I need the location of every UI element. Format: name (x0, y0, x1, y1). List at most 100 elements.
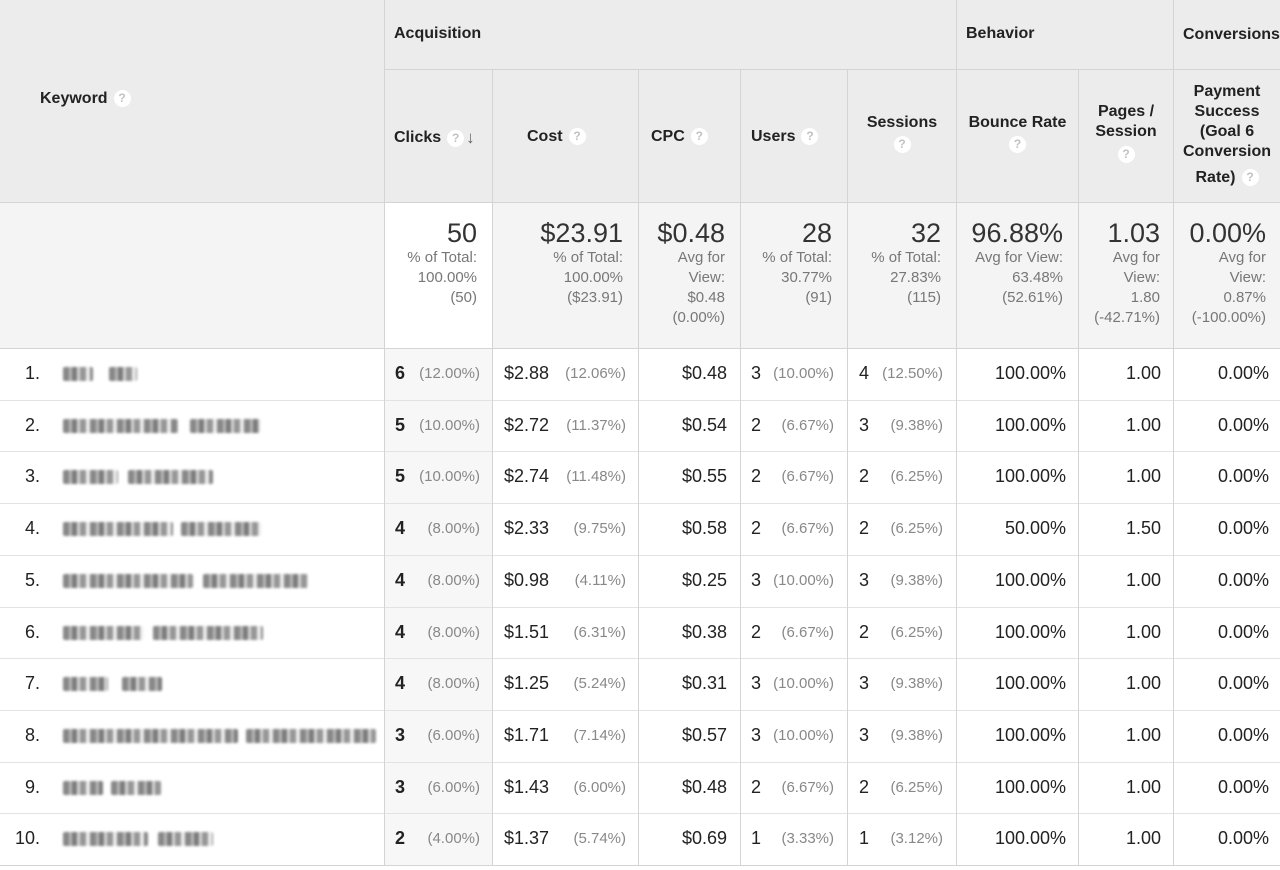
keyword-redacted[interactable] (63, 626, 143, 640)
keyword-redacted[interactable] (109, 367, 137, 381)
keyword-redacted[interactable] (63, 574, 193, 588)
users-value: 3 (751, 363, 762, 383)
total-pages-delta: (-42.71%) (1094, 309, 1160, 326)
table-row[interactable]: 8. 3 (6.00%) $1.71 (7.14%) $0.57 3 (10.0… (0, 710, 1280, 762)
help-icon[interactable]: ? (447, 129, 465, 147)
sort-descending-icon[interactable]: ↓ (466, 128, 475, 148)
cost-pct: (11.37%) (566, 417, 626, 434)
total-payment-success: 0.00% Avg for View: 0.87% (-100.00%) (1174, 218, 1266, 328)
column-header-cpc[interactable]: CPC? (651, 128, 708, 146)
cost-pct: (6.31%) (573, 624, 626, 641)
column-header-users[interactable]: Users? (751, 128, 819, 146)
table-row[interactable]: 3. 5 (10.00%) $2.74 (11.48%) $0.55 2 (6.… (0, 451, 1280, 503)
keyword-redacted[interactable] (153, 626, 263, 640)
keyword-header[interactable]: Keyword? (40, 90, 131, 108)
group-acquisition: Acquisition (394, 25, 482, 42)
help-icon[interactable]: ? (1117, 146, 1135, 163)
keyword-redacted[interactable] (63, 522, 173, 536)
total-clicks-value: 50 (446, 218, 477, 248)
cost-pct: (5.74%) (573, 830, 626, 847)
pages-value: 1.00 (1125, 673, 1161, 693)
column-header-bounce-rate[interactable]: Bounce Rate ? (957, 112, 1078, 156)
divider (384, 0, 385, 866)
table-row[interactable]: 5. 4 (8.00%) $0.98 (4.11%) $0.25 3 (10.0… (0, 555, 1280, 607)
table-row[interactable]: 9. 3 (6.00%) $1.43 (6.00%) $0.48 2 (6.67… (0, 762, 1280, 814)
help-icon[interactable]: ? (1241, 169, 1259, 187)
table-row[interactable]: 7. 4 (8.00%) $1.25 (5.24%) $0.31 3 (10.0… (0, 658, 1280, 710)
row-divider (0, 813, 1280, 814)
help-icon[interactable]: ? (568, 128, 586, 146)
table-row[interactable]: 1. 6 (12.00%) $2.88 (12.06%) $0.48 3 (10… (0, 348, 1280, 400)
clicks-pct: (10.00%) (419, 468, 480, 485)
keyword-redacted[interactable] (203, 574, 308, 588)
pages-value: 1.00 (1125, 415, 1161, 435)
sessions-value: 2 (859, 777, 870, 797)
cost-value: $2.72 (504, 415, 550, 435)
keyword-redacted[interactable] (63, 470, 118, 484)
total-bounce-rate: 96.88% Avg for View: 63.48% (52.61%) (957, 218, 1063, 308)
bounce-value: 100.00% (994, 777, 1066, 797)
help-icon[interactable]: ? (1009, 136, 1026, 154)
users-value: 2 (751, 518, 762, 538)
users-pct: (6.67%) (781, 468, 834, 485)
pages-value: 1.00 (1125, 466, 1161, 486)
total-sessions-value: 32 (910, 218, 941, 248)
users-pct: (6.67%) (781, 520, 834, 537)
cost-pct: (7.14%) (573, 727, 626, 744)
column-header-pages-session[interactable]: Pages / Session ? (1079, 102, 1173, 163)
sessions-pct: (6.25%) (890, 624, 943, 641)
table-row[interactable]: 10. 2 (4.00%) $1.37 (5.74%) $0.69 1 (3.3… (0, 813, 1280, 865)
table-row[interactable]: 6. 4 (8.00%) $1.51 (6.31%) $0.38 2 (6.67… (0, 607, 1280, 659)
sessions-pct: (9.38%) (890, 727, 943, 744)
cpc-value: $0.25 (681, 570, 727, 590)
total-clicks-pct: 100.00% (417, 269, 477, 286)
users-value: 2 (751, 415, 762, 435)
keyword-redacted[interactable] (63, 419, 178, 433)
payment-value: 0.00% (1217, 725, 1269, 745)
row-index: 2. (24, 415, 40, 435)
keyword-redacted[interactable] (63, 832, 148, 846)
bounce-value: 100.00% (994, 673, 1066, 693)
divider (0, 202, 1280, 203)
help-icon[interactable]: ? (893, 136, 911, 154)
help-icon[interactable]: ? (113, 90, 131, 108)
keyword-redacted[interactable] (63, 677, 108, 691)
column-header-cost[interactable]: Cost? (527, 128, 586, 146)
column-header-sessions[interactable]: Sessions ? (848, 112, 956, 156)
divider (956, 0, 957, 866)
users-pct: (6.67%) (781, 779, 834, 796)
divider (638, 69, 639, 866)
cost-pct: (5.24%) (573, 675, 626, 692)
table-header (0, 0, 1280, 202)
cost-value: $0.98 (504, 570, 550, 590)
column-header-payment-success[interactable]: Payment Success (Goal 6 Conversion Rate)… (1174, 82, 1280, 188)
keyword-redacted[interactable] (181, 522, 261, 536)
total-sessions: 32 % of Total: 27.83% (115) (849, 218, 941, 308)
payment-value: 0.00% (1217, 466, 1269, 486)
keyword-redacted[interactable] (246, 729, 376, 743)
keyword-redacted[interactable] (63, 781, 103, 795)
sessions-value: 3 (859, 725, 870, 745)
keyword-redacted[interactable] (63, 729, 238, 743)
total-payment-delta: (-100.00%) (1191, 309, 1266, 326)
clicks-pct: (6.00%) (427, 727, 480, 744)
keyword-redacted[interactable] (122, 677, 162, 691)
sessions-pct: (9.38%) (890, 572, 943, 589)
keyword-redacted[interactable] (111, 781, 161, 795)
total-bounce-delta: (52.61%) (1002, 289, 1063, 306)
column-header-clicks[interactable]: Clicks? ↓ (394, 128, 475, 148)
cpc-value: $0.58 (681, 518, 727, 538)
table-row[interactable]: 4. 4 (8.00%) $2.33 (9.75%) $0.58 2 (6.67… (0, 503, 1280, 555)
users-value: 3 (751, 725, 762, 745)
sessions-pct: (3.12%) (890, 830, 943, 847)
total-bounce-avg: 63.48% (1012, 269, 1063, 286)
keyword-redacted[interactable] (63, 367, 93, 381)
help-icon[interactable]: ? (690, 128, 708, 146)
table-row[interactable]: 2. 5 (10.00%) $2.72 (11.37%) $0.54 2 (6.… (0, 400, 1280, 452)
keyword-redacted[interactable] (158, 832, 213, 846)
row-divider (0, 762, 1280, 763)
help-icon[interactable]: ? (801, 128, 819, 146)
keyword-redacted[interactable] (190, 419, 260, 433)
pages-value: 1.00 (1125, 777, 1161, 797)
keyword-redacted[interactable] (128, 470, 213, 484)
